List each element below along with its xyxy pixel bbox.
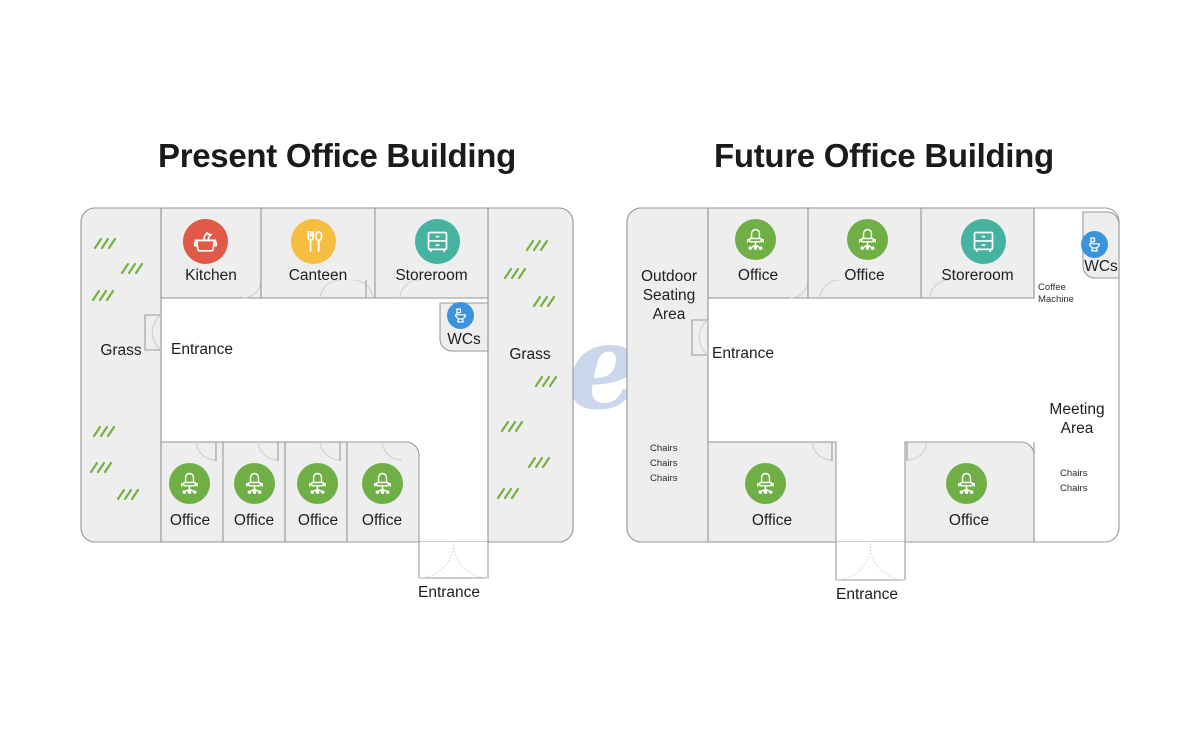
future-wcs-label: WCs (1084, 258, 1118, 275)
future-outdoor-chair-2: Chairs (650, 458, 678, 469)
present-interior-entrance-label: Entrance (171, 341, 234, 358)
kitchen-icon-badge (183, 219, 228, 264)
future-office-2-label: Office (844, 267, 885, 284)
present-office-3-label: Office (297, 512, 339, 529)
future-office-1-label: Office (737, 267, 779, 284)
toilet-icon (1088, 237, 1101, 252)
present-office-2-label: Office (233, 512, 275, 529)
office-chair-icon (958, 472, 975, 494)
canteen-icon-badge (291, 219, 336, 264)
future-wcs-icon-badge (1081, 231, 1108, 258)
office-chair-icon (309, 472, 326, 494)
present-office-4-label: Office (361, 512, 403, 529)
present-grass-left-area (80, 207, 162, 543)
present-office-1-label: Office (169, 512, 211, 529)
present-wcs-label: WCs (447, 331, 481, 348)
future-storeroom-label: Storeroom (941, 267, 1014, 284)
present-grass-right-label: Grass (509, 346, 551, 363)
toilet-icon (454, 308, 467, 323)
future-office-4-label: Office (948, 512, 990, 529)
present-storeroom-label: Storeroom (395, 267, 468, 284)
pot-icon (193, 232, 218, 252)
future-meeting-area-label: Meeting Area (1049, 401, 1105, 437)
future-outdoor-chair-1: Chairs (650, 443, 678, 454)
future-storeroom-icon-badge (961, 219, 1006, 264)
office-chair-icon (859, 228, 876, 250)
office-chair-icon (246, 472, 263, 494)
future-office-1-icon-badge (735, 219, 776, 260)
present-vestibule-entrance-label: Entrance (418, 584, 481, 601)
future-office-3-label: Office (751, 512, 793, 529)
future-office-3-icon-badge (745, 463, 786, 504)
office-chair-icon (757, 472, 774, 494)
future-meeting-chair-1: Chairs (1060, 468, 1088, 479)
office-chair-icon (374, 472, 391, 494)
office-chair-icon (181, 472, 198, 494)
floor-plan-canvas: Vietop Present Office Building Future Of… (0, 0, 1200, 747)
office-4-icon-badge-present (362, 463, 403, 504)
office-2-icon-badge-present (234, 463, 275, 504)
cabinet-icon (427, 231, 448, 253)
future-outdoor-seating-area (626, 207, 709, 543)
cabinet-icon (973, 231, 994, 253)
future-outdoor-chair-3: Chairs (650, 473, 678, 484)
future-outdoor-seating-label: Outdoor Seating Area (640, 268, 697, 323)
wcs-icon-badge-present (447, 302, 474, 329)
future-vestibule-entrance-label: Entrance (836, 586, 899, 603)
future-interior-entrance-label: Entrance (712, 345, 775, 362)
office-1-icon-badge-present (169, 463, 210, 504)
present-kitchen-label: Kitchen (185, 267, 237, 284)
storeroom-icon-badge-present (415, 219, 460, 264)
future-office-2-icon-badge (847, 219, 888, 260)
cutlery-icon (307, 230, 323, 252)
office-chair-icon (747, 228, 764, 250)
future-plan-geometry (626, 207, 1120, 581)
future-meeting-chair-2: Chairs (1060, 483, 1088, 494)
office-3-icon-badge-present (297, 463, 338, 504)
present-entrance-vestibule (418, 542, 489, 579)
plan-geometry (80, 207, 1120, 581)
future-office-4-icon-badge (946, 463, 987, 504)
present-grass-left-label: Grass (100, 342, 142, 359)
present-canteen-label: Canteen (288, 267, 348, 284)
future-coffee-machine-label: Coffee Machine (1038, 282, 1074, 305)
